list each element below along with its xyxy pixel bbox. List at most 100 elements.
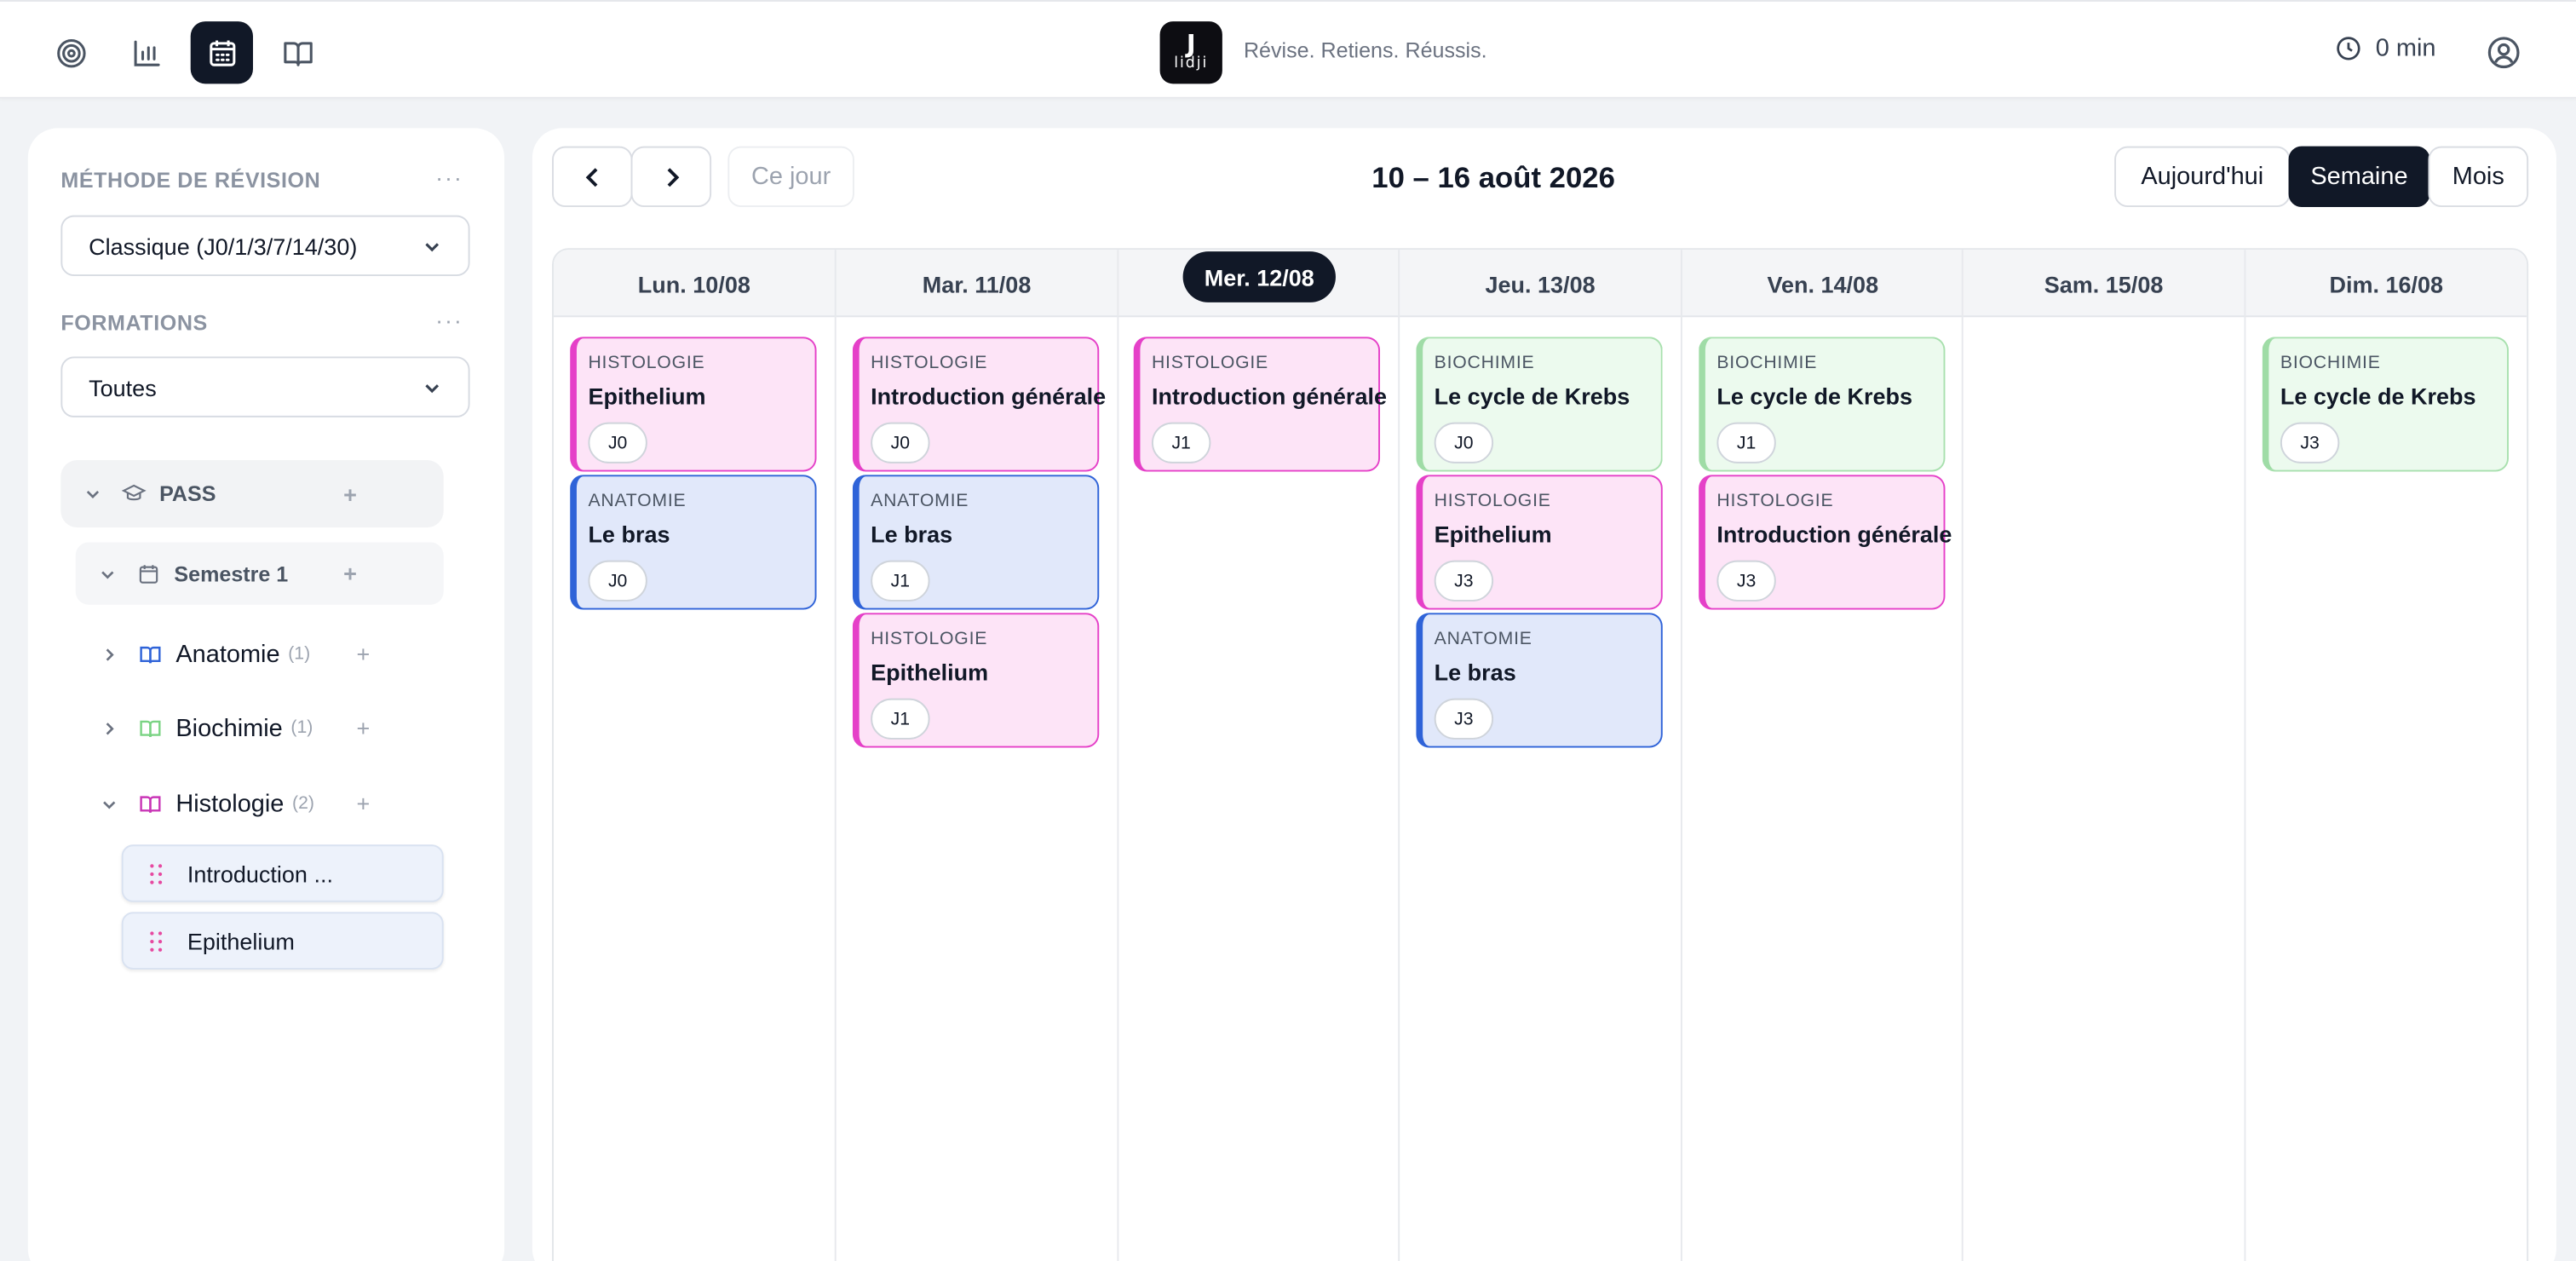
chapter-label: Introduction ...	[187, 860, 333, 887]
tree-item-anatomie[interactable]: Anatomie (1) +	[101, 633, 370, 676]
tree-item-label: Biochimie	[175, 713, 283, 742]
target-icon[interactable]	[39, 21, 101, 83]
card-title: Le bras	[588, 521, 670, 548]
card-subject: HISTOLOGIE	[1716, 491, 1834, 511]
column-divider	[1117, 250, 1119, 1261]
timer-value: 0 min	[2375, 34, 2436, 63]
chevron-down-icon[interactable]	[83, 485, 101, 503]
book-icon	[140, 645, 161, 663]
review-card[interactable]: BIOCHIMIE Le cycle de Krebs J3	[2262, 337, 2509, 472]
card-subject: ANATOMIE	[1434, 629, 1532, 649]
add-icon[interactable]: +	[357, 715, 371, 741]
drag-handle-icon[interactable]	[148, 930, 164, 953]
day-header-sun[interactable]: Dim. 16/08	[2245, 271, 2527, 297]
week-view-button[interactable]: Semaine	[2288, 146, 2430, 208]
book-icon[interactable]	[266, 21, 328, 83]
formations-select-value: Toutes	[89, 373, 157, 400]
next-week-button[interactable]	[630, 146, 712, 208]
day-header-fri[interactable]: Ven. 14/08	[1682, 271, 1964, 297]
this-day-button[interactable]: Ce jour	[727, 146, 854, 208]
today-button[interactable]: Aujourd'hui	[2114, 146, 2291, 208]
interval-badge: J3	[2280, 422, 2340, 464]
card-subject: HISTOLOGIE	[1151, 353, 1268, 373]
formations-menu-icon[interactable]: ···	[435, 308, 463, 334]
add-icon[interactable]: +	[357, 641, 371, 667]
method-menu-icon[interactable]: ···	[435, 164, 463, 191]
review-card[interactable]: BIOCHIMIE Le cycle de Krebs J0	[1416, 337, 1663, 472]
drag-handle-icon[interactable]	[148, 862, 164, 885]
review-card[interactable]: ANATOMIE Le bras J0	[570, 475, 817, 610]
day-header-mon[interactable]: Lun. 10/08	[554, 271, 835, 297]
tagline: Révise. Retiens. Réussis.	[1243, 37, 1487, 63]
card-title: Introduction générale	[1716, 521, 1952, 548]
tree-item-label: Semestre 1	[174, 561, 289, 586]
item-count: (1)	[290, 717, 313, 738]
method-label: MÉTHODE DE RÉVISION	[60, 167, 321, 193]
card-subject: BIOCHIMIE	[2280, 353, 2381, 373]
add-icon[interactable]: +	[357, 791, 371, 817]
sidebar: MÉTHODE DE RÉVISION ··· Classique (J0/1/…	[27, 128, 505, 1261]
tree-item-semester[interactable]: Semestre 1 +	[75, 542, 444, 605]
method-select[interactable]: Classique (J0/1/3/7/14/30)	[60, 215, 470, 277]
logo-word: lidji	[1174, 55, 1209, 72]
review-card[interactable]: HISTOLOGIE Epithelium J3	[1416, 475, 1663, 610]
chapter-item[interactable]: Introduction ...	[121, 844, 444, 902]
card-title: Le cycle de Krebs	[1434, 383, 1630, 410]
app-root: J lidji Révise. Retiens. Réussis. 0 min …	[0, 0, 2576, 1261]
calendar-icon[interactable]	[190, 21, 254, 84]
interval-badge: J0	[1434, 422, 1494, 464]
day-header-sat[interactable]: Sam. 15/08	[1964, 271, 2245, 297]
card-title: Le cycle de Krebs	[1716, 383, 1913, 410]
interval-badge: J0	[588, 422, 647, 464]
tree-item-label: Anatomie	[175, 640, 280, 668]
month-view-button[interactable]: Mois	[2428, 146, 2529, 208]
card-subject: HISTOLOGIE	[871, 353, 988, 373]
interval-badge: J1	[871, 560, 930, 602]
card-title: Epithelium	[871, 659, 989, 686]
review-card[interactable]: HISTOLOGIE Introduction générale J0	[852, 337, 1106, 472]
card-subject: HISTOLOGIE	[588, 353, 705, 373]
week-grid: Lun. 10/08 Mar. 11/08 Mer. 12/08 Jeu. 13…	[552, 248, 2529, 1261]
chevron-right-icon[interactable]	[101, 645, 118, 663]
calendar-panel: Ce jour 10 – 16 août 2026 Aujourd'hui Se…	[532, 128, 2556, 1261]
review-card[interactable]: BIOCHIMIE Le cycle de Krebs J1	[1699, 337, 1946, 472]
chevron-down-icon[interactable]	[99, 564, 117, 582]
card-subject: HISTOLOGIE	[1434, 491, 1551, 511]
interval-badge: J1	[871, 698, 930, 740]
day-header-tue[interactable]: Mar. 11/08	[837, 271, 1118, 297]
tree-item-biochimie[interactable]: Biochimie (1) +	[101, 706, 370, 749]
app-logo[interactable]: J lidji	[1159, 21, 1222, 84]
clock-icon	[2337, 37, 2360, 60]
day-header-thu[interactable]: Jeu. 13/08	[1400, 271, 1681, 297]
card-subject: ANATOMIE	[588, 491, 687, 511]
review-card[interactable]: HISTOLOGIE Introduction générale J1	[1133, 337, 1387, 472]
prev-week-button[interactable]	[552, 146, 633, 208]
add-icon[interactable]: +	[343, 481, 357, 507]
review-card[interactable]: HISTOLOGIE Introduction générale J3	[1699, 475, 1952, 610]
chapter-item[interactable]: Epithelium	[121, 912, 444, 970]
card-title: Introduction générale	[1151, 383, 1387, 410]
top-bar: J lidji Révise. Retiens. Réussis. 0 min	[0, 0, 2576, 99]
add-icon[interactable]: +	[343, 561, 357, 587]
tree-item-histologie[interactable]: Histologie (2) +	[101, 782, 370, 825]
logo-letter: J	[1186, 28, 1196, 59]
chevron-right-icon[interactable]	[101, 719, 118, 737]
chevron-down-icon[interactable]	[101, 794, 118, 812]
user-icon[interactable]	[2486, 35, 2521, 71]
interval-badge: J1	[1151, 422, 1211, 464]
column-divider	[1680, 250, 1682, 1261]
study-timer: 0 min	[2335, 34, 2436, 63]
item-count: (2)	[292, 793, 314, 814]
review-card[interactable]: HISTOLOGIE Epithelium J0	[570, 337, 817, 472]
formations-select[interactable]: Toutes	[60, 356, 470, 417]
day-header-today[interactable]: Mer. 12/08	[1182, 251, 1336, 302]
item-count: (1)	[288, 644, 311, 665]
column-divider	[2244, 250, 2246, 1261]
review-card[interactable]: HISTOLOGIE Epithelium J1	[852, 613, 1100, 748]
formations-label: FORMATIONS	[60, 310, 208, 336]
stats-icon[interactable]	[115, 21, 177, 83]
tree-item-pass[interactable]: PASS +	[60, 460, 444, 528]
tree-item-label: PASS	[159, 481, 216, 507]
review-card[interactable]: ANATOMIE Le bras J1	[852, 475, 1100, 610]
review-card[interactable]: ANATOMIE Le bras J3	[1416, 613, 1663, 748]
